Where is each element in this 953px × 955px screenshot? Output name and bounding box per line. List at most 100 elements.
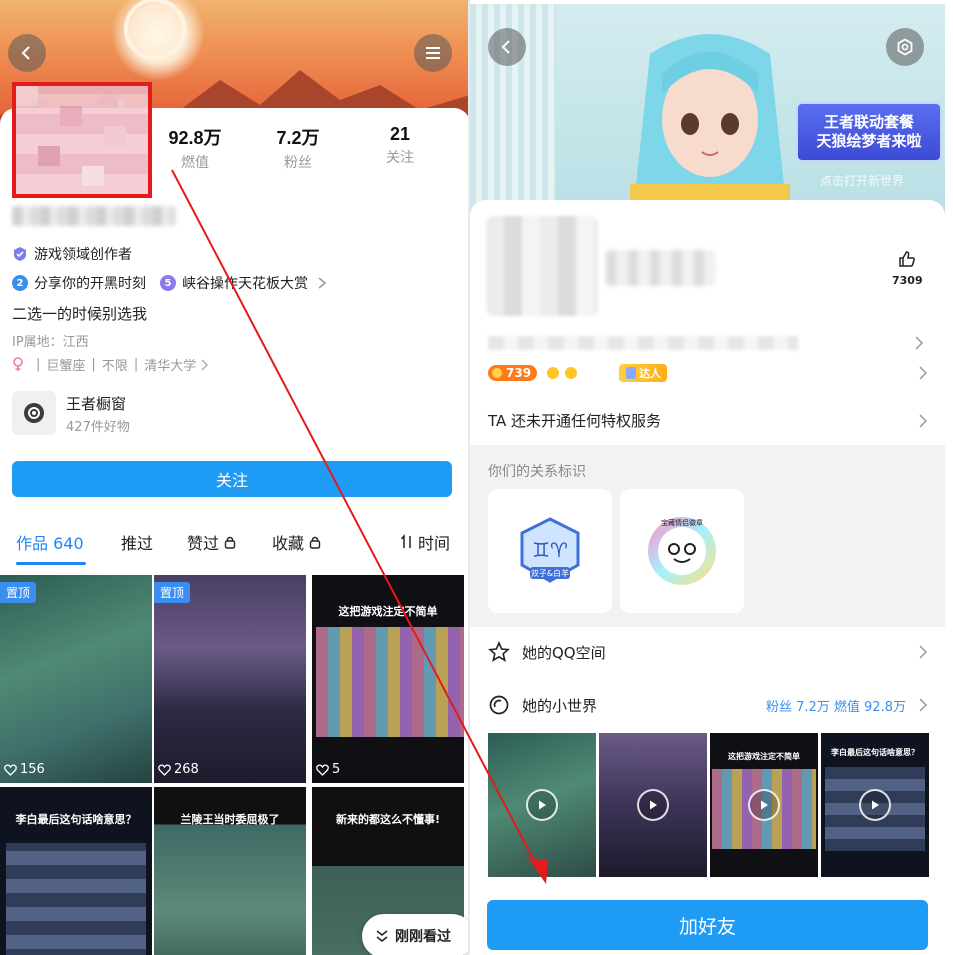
add-friend-button[interactable]: 加好友 [487,900,928,950]
star-icon [488,641,510,662]
relationship-card-couple[interactable]: 宝藏情侣徽章 [620,489,744,613]
video-caption: 李白最后这句话啥意思？ [15,813,137,826]
video-tile[interactable]: 李白最后这句话啥意思？ [0,787,152,955]
collection-label[interactable]: 峡谷操作天花板大赏 [182,273,308,293]
tab-favorites[interactable]: 收藏 [272,530,322,554]
avatar[interactable] [486,216,598,316]
hexagon-settings-icon [897,38,913,56]
sort-icon [400,534,411,548]
world-video-thumb[interactable] [488,733,596,877]
ip-location-text: IP属地：江西 [12,335,89,350]
creator-badge-label: 游戏领域创作者 [34,247,132,263]
play-icon [872,800,879,810]
small-world-icon [489,695,509,715]
like-count-text: 156 [20,762,45,777]
play-button[interactable] [526,789,558,821]
stat-value: 7.2万 [276,128,320,148]
video-tile[interactable]: 兰陵王当时委屈极了 [154,787,306,955]
just-viewed-label: 刚刚看过 [395,929,451,945]
verified-badge-icon [14,247,26,261]
collections-row[interactable]: 2 分享你的开黑时刻 5 峡谷操作天花板大赏 [12,273,328,293]
blurred-nickname [12,206,176,226]
stat-label: 燃值 [181,155,209,171]
bio-text: 二选一的时候别选我 [12,305,148,323]
video-thumbnail-content [6,843,146,955]
promo-line-2: 天狼绘梦者来啦 [816,132,922,150]
play-button[interactable] [637,789,669,821]
privilege-text: TA 还未开通任何特权服务 [488,412,662,430]
tag-separator: | [133,357,139,372]
video-caption: 李白最后这句话啥意思？ [831,748,919,757]
play-icon [650,800,657,810]
relationship-card-zodiac[interactable]: ♊♈ 双子&白羊 [488,489,612,613]
video-caption: 兰陵王当时委屈极了 [180,813,280,826]
just-viewed-button[interactable]: 刚刚看过 [362,914,470,955]
chevron-right-icon [919,413,928,428]
world-video-thumb[interactable]: 李白最后这句话啥意思？ [821,733,929,877]
double-chevron-down-icon [376,930,388,943]
daren-badge-text: 达人 [639,367,662,380]
relationship-card-label: 双子&白羊 [531,568,569,578]
tab-pushed[interactable]: 推过 [121,530,153,554]
stat-value: 92.8万 [168,128,222,148]
lock-icon [224,536,236,549]
like-count: 5 [316,762,340,777]
stat-value: 21 [389,124,411,144]
chevron-left-icon [21,46,30,60]
chevron-right-icon [919,366,928,380]
chevron-left-icon [501,40,510,54]
profile-tags-row[interactable]: | 巨蟹座 | 不限 | 清华大学 [12,355,210,374]
points-badge: 739 [488,365,538,381]
small-world-thumbnails: 这把游戏注定不简单 李白最后这句话啥意思？ [488,733,929,877]
tag-separator: | [36,357,41,372]
chevron-right-icon [919,645,928,659]
settings-button[interactable] [886,28,924,66]
world-video-thumb[interactable]: 这把游戏注定不简单 [710,733,818,877]
world-video-thumb[interactable] [599,733,707,877]
shop-subtitle: 427件好物 [66,420,130,435]
tab-label: 赞过 [187,534,220,553]
play-icon [539,800,546,810]
chevron-right-icon [318,277,327,289]
creator-badge-row[interactable]: 游戏领域创作者 [12,244,132,264]
banner-hint[interactable]: 点击打开新世界 [820,172,904,189]
back-button[interactable] [8,34,46,72]
back-button[interactable] [488,28,526,66]
sort-by-time-button[interactable]: 时间 [400,530,450,554]
stat-fans[interactable]: 7.2万 粉丝 [258,124,338,172]
points-text: 739 [506,366,532,380]
video-tile[interactable]: 置顶 268 [154,575,306,783]
play-button[interactable] [859,789,891,821]
phone-icon [626,367,637,379]
tag-separator: | [91,357,96,372]
sort-label: 时间 [418,534,451,553]
chevron-right-icon [919,698,928,712]
collection-number-badge: 5 [160,275,176,291]
badges-row[interactable]: 739 达人 [488,364,928,382]
menu-button[interactable] [414,34,452,72]
video-tile[interactable]: 这把游戏注定不简单 5 [312,575,464,783]
follow-button[interactable]: 关注 [12,461,452,497]
banner-sun-ring [124,0,186,60]
relationship-section: 你们的关系标识 ♊♈ 双子&白羊 宝藏情侣徽章 [470,445,945,627]
stat-following[interactable]: 21 关注 [360,124,440,167]
stat-label: 粉丝 [284,155,312,171]
video-caption: 这把游戏注定不简单 [728,752,800,761]
tab-works[interactable]: 作品 640 [16,530,84,554]
promo-badge[interactable]: 王者联动套餐 天狼绘梦者来啦 [796,102,942,162]
tab-liked[interactable]: 赞过 [187,530,237,554]
chevron-right-icon [201,359,209,370]
collection-label[interactable]: 分享你的开黑时刻 [34,273,146,293]
heart-icon [316,763,329,776]
shop-icon-box[interactable] [12,391,56,435]
shop-title[interactable]: 王者橱窗 [66,393,126,414]
shop-logo-icon [24,403,44,423]
stat-burn-value[interactable]: 92.8万 燃值 [155,124,235,172]
ip-location: IP属地：江西 [12,331,89,350]
video-tile[interactable]: 置顶 156 [0,575,152,783]
profile-like-button[interactable]: 7309 [892,250,923,287]
privilege-row[interactable]: TA 还未开通任何特权服务 [488,410,928,431]
small-world-row[interactable]: 她的小世界 粉丝 7.2万 燃值 92.8万 [488,694,928,716]
play-button[interactable] [748,789,780,821]
qzone-row[interactable]: 她的QQ空间 [488,641,928,663]
